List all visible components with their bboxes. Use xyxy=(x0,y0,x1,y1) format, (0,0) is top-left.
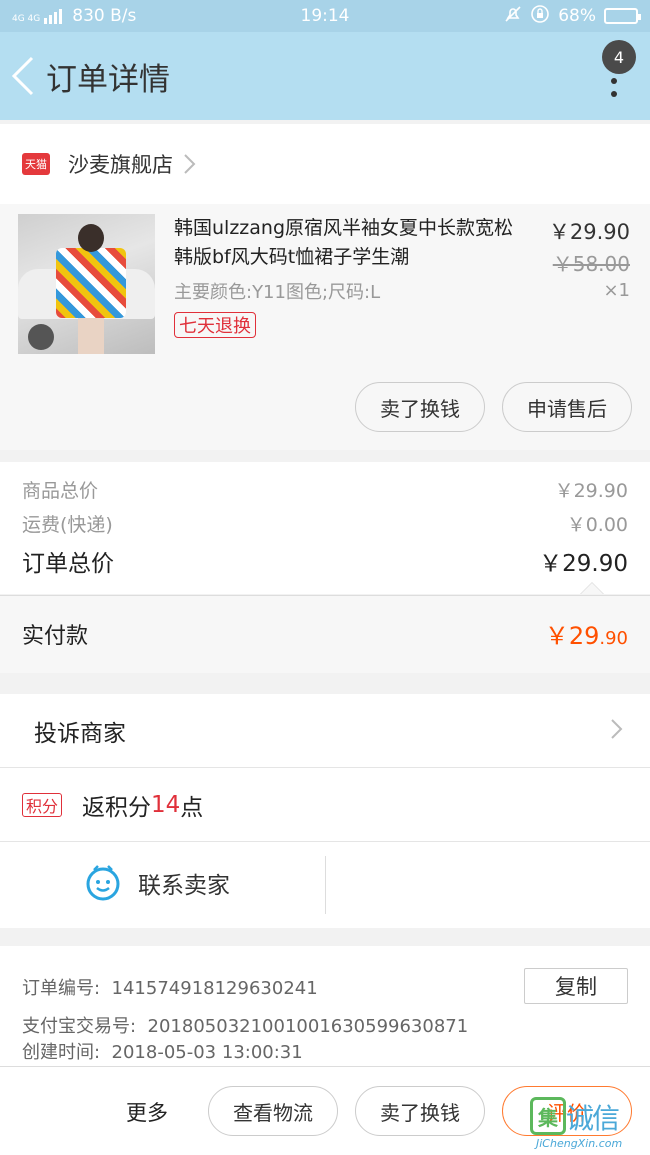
product-price: ￥29.90 xyxy=(548,220,630,244)
points-suffix: 点 xyxy=(180,794,204,821)
paid-label: 实付款 xyxy=(22,623,89,649)
price-summary: 商品总价 ￥29.90 运费(快递) ￥0.00 订单总价 ￥29.90 xyxy=(0,462,650,594)
order-total-row: 订单总价 ￥29.90 xyxy=(22,544,628,578)
product-title[interactable]: 韩国ulzzang原宿风半袖女夏中长款宽松韩版bf风大码t恤裙子学生潮 xyxy=(174,214,529,272)
chevron-right-icon xyxy=(610,718,624,740)
chevron-left-icon xyxy=(11,56,34,96)
network-type: 4G 4G xyxy=(12,13,41,24)
bottom-action-bar: 更多 查看物流 卖了换钱 评价 集 诚信 JiChengXin.com xyxy=(0,1066,650,1155)
shop-header[interactable]: 天猫 沙麦旗舰店 xyxy=(0,124,650,204)
rotation-lock-icon xyxy=(530,4,550,29)
battery-percent: 68% xyxy=(558,6,596,26)
order-number-line: 订单编号: 141574918129630241 xyxy=(22,978,318,999)
back-button[interactable] xyxy=(0,32,46,120)
paid-amount: ￥29.90 xyxy=(544,622,628,650)
sell-button[interactable]: 卖了换钱 xyxy=(355,1086,485,1136)
goods-total-value: ￥29.90 xyxy=(554,480,628,502)
product-image[interactable] xyxy=(18,214,155,354)
signal-icon: 4G 4G xyxy=(12,8,63,24)
shop-name: 沙麦旗舰店 xyxy=(68,153,173,177)
more-button[interactable]: 更多 xyxy=(126,1097,168,1127)
status-bar: 4G 4G 830 B/s 19:14 68% xyxy=(0,0,650,32)
shipping-row: 运费(快递) ￥0.00 xyxy=(22,510,628,537)
battery-icon xyxy=(604,8,641,24)
return-policy-tag: 七天退换 xyxy=(174,312,256,338)
page-title: 订单详情 xyxy=(46,61,170,98)
order-item: 韩国ulzzang原宿风半袖女夏中长款宽松韩版bf风大码t恤裙子学生潮 主要颜色… xyxy=(0,204,650,450)
goods-total-label: 商品总价 xyxy=(22,480,99,502)
points-prefix: 返积分 xyxy=(82,794,152,821)
shipping-label: 运费(快递) xyxy=(22,514,113,536)
divider xyxy=(325,856,326,914)
order-total-label: 订单总价 xyxy=(22,551,114,577)
order-number: 141574918129630241 xyxy=(111,978,318,999)
copy-button[interactable]: 复制 xyxy=(524,968,628,1004)
chat-icon xyxy=(86,865,120,901)
chevron-right-icon xyxy=(183,153,197,175)
complain-seller-row[interactable]: 投诉商家 xyxy=(0,694,650,768)
points-number: 14 xyxy=(151,791,181,818)
contact-seller-button[interactable]: 联系卖家 xyxy=(84,864,230,902)
more-menu-button[interactable]: 4 xyxy=(592,40,636,112)
order-info: 订单编号: 141574918129630241 支付宝交易号: 2018050… xyxy=(0,946,650,1066)
alipay-number: 2018050321001001630599630871 xyxy=(147,1016,469,1037)
watermark-logo: 集 诚信 JiChengXin.com xyxy=(530,1095,648,1151)
complain-label: 投诉商家 xyxy=(34,720,126,747)
points-reward-row: 积分 返积分 14 点 xyxy=(0,768,650,842)
shipping-value: ￥0.00 xyxy=(566,514,628,536)
after-sale-button[interactable]: 申请售后 xyxy=(502,382,632,432)
network-speed: 830 B/s xyxy=(72,6,137,26)
contact-seller-label: 联系卖家 xyxy=(138,873,230,899)
created-time-line: 创建时间: 2018-05-03 13:00:31 xyxy=(22,1042,303,1063)
goods-total-row: 商品总价 ￥29.90 xyxy=(22,476,628,503)
nav-bar: 订单详情 4 xyxy=(0,32,650,120)
mute-icon xyxy=(504,5,522,28)
caret-up-icon xyxy=(580,582,604,594)
product-quantity: ×1 xyxy=(603,280,630,301)
created-time: 2018-05-03 13:00:31 xyxy=(111,1042,303,1063)
points-tag: 积分 xyxy=(22,792,63,817)
contact-section: 联系卖家 xyxy=(0,842,650,928)
more-dots-icon xyxy=(611,78,617,97)
sell-button[interactable]: 卖了换钱 xyxy=(355,382,485,432)
original-price: ￥58.00 xyxy=(552,252,630,276)
product-spec: 主要颜色:Y11图色;尺码:L xyxy=(174,282,381,303)
order-total-value: ￥29.90 xyxy=(539,551,628,577)
alipay-number-line: 支付宝交易号: 2018050321001001630599630871 xyxy=(22,1016,469,1037)
paid-amount-section: 实付款 ￥29.90 xyxy=(0,595,650,673)
logistics-button[interactable]: 查看物流 xyxy=(208,1086,338,1136)
tmall-logo: 天猫 xyxy=(22,153,50,175)
message-count-badge: 4 xyxy=(602,40,636,74)
